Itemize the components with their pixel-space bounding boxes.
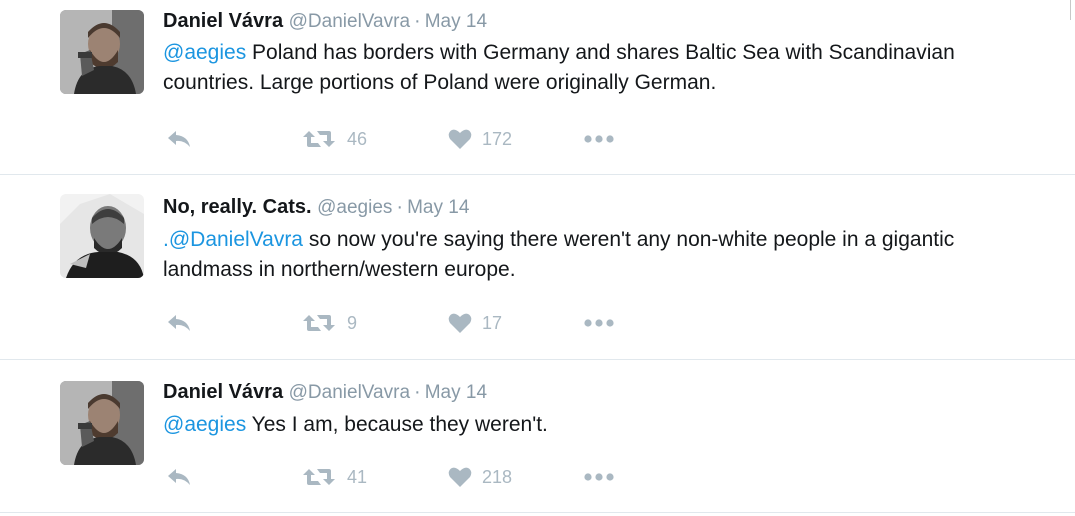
like-count: 172 — [482, 128, 513, 149]
heart-icon — [448, 313, 472, 333]
tweet-header: No, really. Cats. @aegies · May 14 — [163, 195, 469, 220]
tweet-text: .@DanielVavra so now you're saying there… — [163, 225, 1043, 285]
tweet-header: Daniel Vávra @DanielVavra · May 14 — [163, 380, 487, 405]
retweet-count: 41 — [347, 466, 368, 487]
mention-link[interactable]: @aegies — [163, 413, 246, 436]
tweet-divider — [0, 512, 1075, 513]
retweet-icon — [303, 131, 335, 147]
avatar[interactable] — [60, 381, 144, 465]
user-fullname[interactable]: Daniel Vávra — [163, 381, 283, 403]
retweet-icon — [303, 469, 335, 485]
retweet-button[interactable]: 41 — [303, 462, 367, 492]
tweet-timestamp[interactable]: May 14 — [425, 382, 487, 403]
avatar[interactable] — [60, 194, 144, 278]
reply-icon — [168, 131, 190, 147]
like-count: 218 — [482, 466, 513, 487]
tweet-actions: 9 17 — [163, 308, 663, 338]
tweet-body: Yes I am, because they weren't. — [246, 413, 548, 436]
tweet-actions: 46 172 — [163, 124, 663, 154]
like-count: 17 — [482, 312, 503, 333]
separator-dot: · — [396, 196, 404, 218]
tweet-timestamp[interactable]: May 14 — [407, 197, 469, 218]
like-button[interactable]: 172 — [448, 124, 512, 154]
tweet-item[interactable]: Daniel Vávra @DanielVavra · May 14 @aegies… — [0, 0, 1075, 175]
user-screenname[interactable]: @aegies — [317, 197, 392, 218]
retweet-button[interactable]: 9 — [303, 308, 357, 338]
retweet-button[interactable]: 46 — [303, 124, 367, 154]
more-options-icon — [584, 135, 614, 143]
mention-link[interactable]: @aegies — [163, 41, 246, 64]
mention-link[interactable]: .@DanielVavra — [163, 228, 303, 251]
user-screenname[interactable]: @DanielVavra — [289, 11, 410, 32]
retweet-icon — [303, 315, 335, 331]
reply-button[interactable] — [166, 308, 192, 338]
user-fullname[interactable]: No, really. Cats. — [163, 196, 312, 218]
tweet-timestamp[interactable]: May 14 — [425, 11, 487, 32]
like-button[interactable]: 17 — [448, 308, 502, 338]
user-screenname[interactable]: @DanielVavra — [289, 382, 410, 403]
separator-dot: · — [414, 381, 421, 403]
separator-dot: · — [414, 10, 421, 32]
more-options-button[interactable] — [583, 308, 615, 338]
heart-icon — [448, 129, 472, 149]
tweet-body: Poland has borders with Germany and shar… — [163, 41, 955, 94]
more-options-button[interactable] — [583, 462, 615, 492]
more-options-icon — [584, 473, 614, 481]
tweet-timeline: Daniel Vávra @DanielVavra · May 14 @aegies… — [0, 0, 1075, 516]
retweet-count: 9 — [347, 312, 358, 333]
tweet-header: Daniel Vávra @DanielVavra · May 14 — [163, 9, 487, 34]
tweet-item[interactable]: No, really. Cats. @aegies · May 14 .@Danie… — [0, 175, 1075, 360]
reply-icon — [168, 469, 190, 485]
tweet-text: @aegies Yes I am, because they weren't. — [163, 410, 1043, 440]
more-options-button[interactable] — [583, 124, 615, 154]
more-options-icon — [584, 319, 614, 327]
retweet-count: 46 — [347, 128, 368, 149]
reply-button[interactable] — [166, 124, 192, 154]
reply-button[interactable] — [166, 462, 192, 492]
tweet-actions: 41 218 — [163, 462, 663, 492]
tweet-item[interactable]: Daniel Vávra @DanielVavra · May 14 @aegies… — [0, 360, 1075, 516]
heart-icon — [448, 467, 472, 487]
user-fullname[interactable]: Daniel Vávra — [163, 10, 283, 32]
tweet-text: @aegies Poland has borders with Germany … — [163, 38, 1043, 98]
like-button[interactable]: 218 — [448, 462, 512, 492]
avatar[interactable] — [60, 10, 144, 94]
reply-icon — [168, 315, 190, 331]
